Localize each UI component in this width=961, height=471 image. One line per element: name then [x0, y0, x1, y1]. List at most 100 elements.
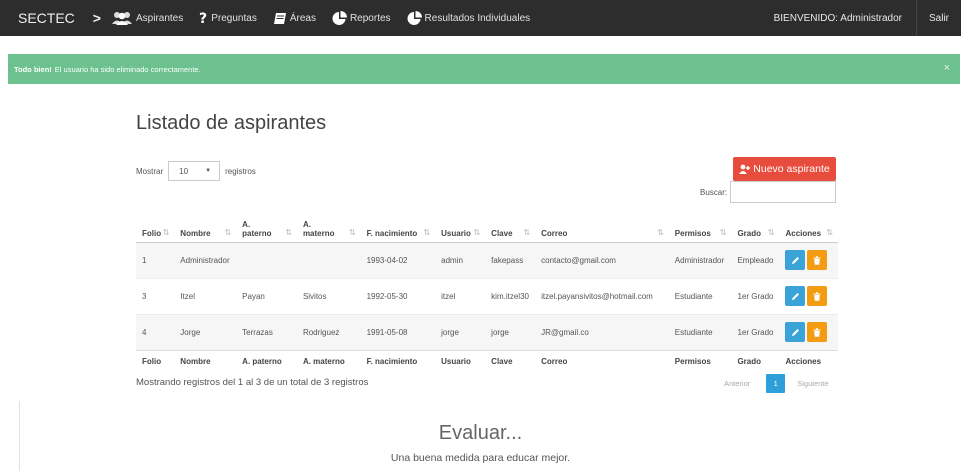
pencil-icon — [791, 292, 799, 300]
alert-title: Todo bien! — [14, 64, 52, 74]
close-icon[interactable]: × — [944, 62, 950, 74]
footer-fnacimiento: F. nacimiento — [360, 349, 436, 372]
delete-button[interactable] — [807, 322, 828, 342]
cell-grado: Empleado — [731, 241, 780, 278]
edit-button[interactable] — [785, 250, 806, 270]
aspirants-table: Folio ⇅ Nombre ⇅ A. paterno ⇅ A. materno ⇅ F… — [136, 213, 838, 372]
length-value: 10 — [179, 166, 189, 176]
footer-correo: Correo — [535, 349, 669, 372]
cell-correo: itzel.payansivitos@hotmail.com — [535, 277, 669, 314]
pager-page-current[interactable]: 1 — [766, 374, 786, 393]
sort-icon: ⇅ — [423, 227, 431, 237]
table-info: Mostrando registros del 1 al 3 de un tot… — [136, 377, 369, 388]
delete-button[interactable] — [807, 250, 828, 270]
table-footer-row: Folio Nombre A. paterno A. materno F. na… — [136, 349, 838, 372]
sort-icon: ⇅ — [767, 227, 775, 237]
nav-item-label: Áreas — [289, 12, 316, 24]
footer-folio: Folio — [136, 349, 175, 372]
new-aspirant-label: Nuevo aspirante — [753, 163, 830, 175]
trash-icon — [813, 327, 821, 337]
new-aspirant-button[interactable]: Nuevo aspirante — [733, 157, 836, 181]
cell-permisos: Estudiante — [668, 313, 732, 350]
trash-icon — [813, 291, 821, 301]
footer-usuario: Usuario — [435, 349, 486, 372]
cell-acciones — [779, 241, 838, 278]
col-header-nombre[interactable]: Nombre ⇅ — [174, 213, 237, 243]
cell-correo: JR@gmail.co — [535, 313, 669, 350]
sort-icon: ⇅ — [719, 227, 727, 237]
caret-down-icon: ▼ — [205, 168, 212, 174]
col-header-correo[interactable]: Correo ⇅ — [535, 213, 669, 243]
footer-acciones: Acciones — [779, 349, 838, 372]
cell-clave: fakepass — [485, 241, 536, 278]
table-row: 3 Itzel Payan Sivitos 1992-05-30 itzel kim.itz… — [136, 277, 838, 314]
svg-text:?: ? — [199, 11, 207, 25]
cell-clave: jorge — [485, 313, 536, 350]
pager-next[interactable]: Siguiente — [797, 379, 828, 388]
col-header-folio[interactable]: Folio ⇅ — [136, 213, 175, 243]
col-header-permisos[interactable]: Permisos ⇅ — [668, 213, 732, 243]
cell-nombre: Administrador — [174, 241, 237, 278]
col-header-clave[interactable]: Clave ⇅ — [485, 213, 536, 243]
col-header-amaterno[interactable]: A. materno ⇅ — [296, 213, 361, 243]
pagination: Anterior 1 Siguiente — [724, 374, 829, 393]
cell-permisos: Administrador — [668, 241, 732, 278]
cell-folio: 1 — [136, 241, 175, 278]
page-title: Listado de aspirantes — [136, 112, 327, 134]
cell-fnacimiento: 1992-05-30 — [360, 277, 436, 314]
footer-subtitle: Una buena medida para educar mejor. — [390, 452, 571, 464]
table-header-row: Folio ⇅ Nombre ⇅ A. paterno ⇅ A. materno ⇅ F… — [136, 213, 838, 243]
nav-item-areas[interactable]: Áreas — [273, 0, 316, 36]
footer-title: Evaluar... — [438, 422, 523, 444]
cell-clave: kim.itzel30 — [485, 277, 536, 314]
cell-grado: 1er Grado — [731, 277, 780, 314]
top-navbar: SECTEC > Aspirantes ? Preguntas Áreas Re… — [0, 0, 961, 36]
cell-usuario: itzel — [435, 277, 486, 314]
footer-amaterno: A. materno — [296, 349, 361, 372]
cell-apaterno: Payan — [236, 277, 297, 314]
sort-icon: ⇅ — [657, 227, 664, 237]
nav-item-resultados[interactable]: Resultados Individuales — [407, 0, 530, 36]
footer-grado: Grado — [731, 349, 780, 372]
question-icon: ? — [199, 11, 207, 25]
nav-user-area: BIENVENIDO: Administrador Salir — [760, 0, 961, 36]
cell-fnacimiento: 1991-05-08 — [360, 313, 436, 350]
add-user-icon — [739, 164, 751, 174]
cell-grado: 1er Grado — [731, 313, 780, 350]
alert-message: El usuario ha sido eliminado correctamen… — [54, 64, 201, 74]
trash-icon — [813, 255, 821, 265]
delete-button[interactable] — [807, 286, 828, 306]
page-length-select[interactable]: 10 ▼ — [168, 161, 221, 181]
success-alert: Todo bien! El usuario ha sido eliminado … — [8, 54, 960, 84]
nav-item-label: Reportes — [349, 12, 391, 24]
pager-prev[interactable]: Anterior — [724, 379, 750, 388]
nav-item-reportes[interactable]: Reportes — [332, 0, 391, 36]
pencil-icon — [791, 256, 799, 264]
nav-item-preguntas[interactable]: ? Preguntas — [199, 0, 257, 36]
pencil-icon — [791, 328, 799, 336]
cell-amaterno: Rodriguez — [296, 313, 361, 350]
brand-logo[interactable]: SECTEC — [0, 0, 85, 36]
cell-usuario: admin — [435, 241, 486, 278]
users-icon — [111, 12, 132, 25]
col-header-grado[interactable]: Grado ⇅ — [731, 213, 780, 243]
edit-button[interactable] — [785, 322, 806, 342]
footer-nombre: Nombre — [174, 349, 237, 372]
sort-icon: ⇅ — [348, 227, 356, 237]
col-header-apaterno[interactable]: A. paterno ⇅ — [236, 213, 297, 243]
footer-clave: Clave — [485, 349, 536, 372]
col-header-usuario[interactable]: Usuario ⇅ — [435, 213, 486, 243]
chevron-right-icon: > — [92, 10, 101, 26]
length-suffix: registros — [225, 166, 256, 176]
table-row: 4 Jorge Terrazas Rodriguez 1991-05-08 jorge jo… — [136, 313, 838, 350]
logout-link[interactable]: Salir — [915, 0, 961, 36]
search-input[interactable] — [730, 181, 836, 203]
cell-correo: contacto@gmail.com — [535, 241, 669, 278]
col-header-acciones[interactable]: Acciones ⇅ — [779, 213, 838, 243]
nav-item-aspirantes[interactable]: Aspirantes — [111, 0, 183, 36]
cell-nombre: Itzel — [174, 277, 237, 314]
sort-icon: ⇅ — [285, 227, 292, 237]
page-length-control: Mostrar 10 ▼ registros — [136, 161, 256, 181]
col-header-fnacimiento[interactable]: F. nacimiento ⇅ — [360, 213, 436, 243]
edit-button[interactable] — [785, 286, 806, 306]
